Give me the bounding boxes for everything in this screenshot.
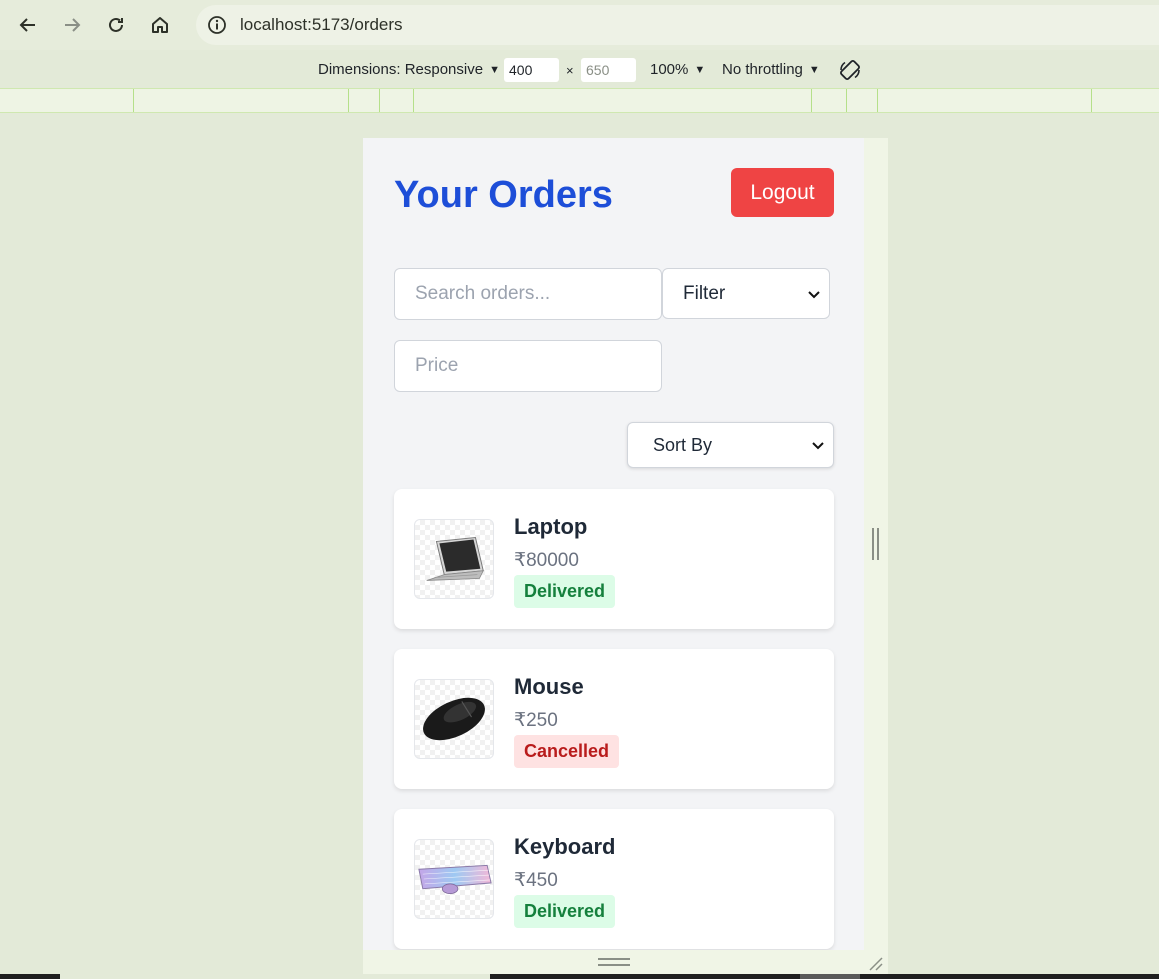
order-name: Laptop (514, 514, 588, 539)
device-toolbar: Dimensions: Responsive ▼ 400 × 650 100% … (0, 53, 1159, 87)
address-bar[interactable]: localhost:5173/orders (196, 5, 1159, 45)
forward-button[interactable] (56, 9, 88, 41)
sort-label: Sort By (653, 434, 713, 455)
order-price: ₹450 (514, 870, 558, 891)
arrow-right-icon (65, 18, 81, 32)
app-viewport: Your Orders Logout Filter Sort By Laptop… (363, 138, 864, 950)
status-badge: Cancelled (514, 735, 620, 768)
price-input[interactable] (394, 340, 662, 392)
media-query-ruler[interactable] (0, 88, 1159, 113)
caret-down-icon: ▼ (489, 63, 500, 76)
order-price: ₹250 (514, 710, 558, 731)
order-thumbnail (414, 679, 494, 759)
rotate-icon[interactable] (838, 58, 862, 82)
reload-button[interactable] (100, 9, 132, 41)
browser-toolbar: localhost:5173/orders (0, 0, 1159, 50)
zoom-label: 100% (650, 61, 689, 78)
bottom-edge (0, 974, 1159, 979)
search-input[interactable] (394, 268, 662, 320)
status-badge: Delivered (514, 575, 616, 608)
width-input[interactable]: 400 (504, 58, 559, 82)
arrow-left-icon (19, 18, 35, 32)
logout-button[interactable]: Logout (731, 168, 834, 217)
resize-handle-bottom[interactable] (598, 958, 630, 966)
height-input[interactable]: 650 (581, 58, 636, 82)
order-card[interactable]: Mouse ₹250 Cancelled (394, 649, 834, 789)
keyboard-icon (418, 864, 492, 895)
order-thumbnail (414, 519, 494, 599)
throttling-dropdown[interactable]: No throttling ▼ (722, 61, 820, 78)
throttling-label: No throttling (722, 61, 803, 78)
home-button[interactable] (144, 9, 176, 41)
order-card[interactable]: Laptop ₹80000 Delivered (394, 489, 834, 629)
mouse-icon (423, 697, 485, 741)
caret-down-icon: ▼ (694, 63, 706, 76)
status-badge: Delivered (514, 895, 616, 928)
order-card[interactable]: Keyboard ₹450 Delivered (394, 809, 834, 949)
zoom-dropdown[interactable]: 100% ▼ (650, 61, 705, 78)
page-title: Your Orders (394, 174, 613, 216)
order-price: ₹80000 (514, 550, 579, 571)
filter-label: Filter (683, 282, 726, 304)
back-button[interactable] (12, 9, 44, 41)
caret-down-icon: ▼ (808, 63, 820, 76)
resize-handle-right[interactable] (872, 528, 879, 560)
filter-select[interactable]: Filter (662, 268, 830, 319)
site-info-icon[interactable] (206, 14, 228, 36)
reload-icon (109, 17, 123, 32)
chevron-down-icon (812, 442, 824, 450)
sort-select[interactable]: Sort By (627, 422, 834, 468)
home-icon (152, 17, 168, 33)
order-name: Mouse (514, 674, 584, 699)
times-symbol: × (566, 63, 574, 78)
url-text: localhost:5173/orders (240, 15, 403, 34)
resize-corner-icon[interactable] (866, 954, 884, 972)
dimensions-label: Dimensions: Responsive (318, 61, 484, 78)
dimensions-dropdown[interactable]: Dimensions: Responsive ▼ (318, 61, 500, 78)
order-thumbnail (414, 839, 494, 919)
chevron-down-icon (808, 290, 820, 298)
order-name: Keyboard (514, 834, 616, 859)
laptop-icon (426, 537, 484, 581)
